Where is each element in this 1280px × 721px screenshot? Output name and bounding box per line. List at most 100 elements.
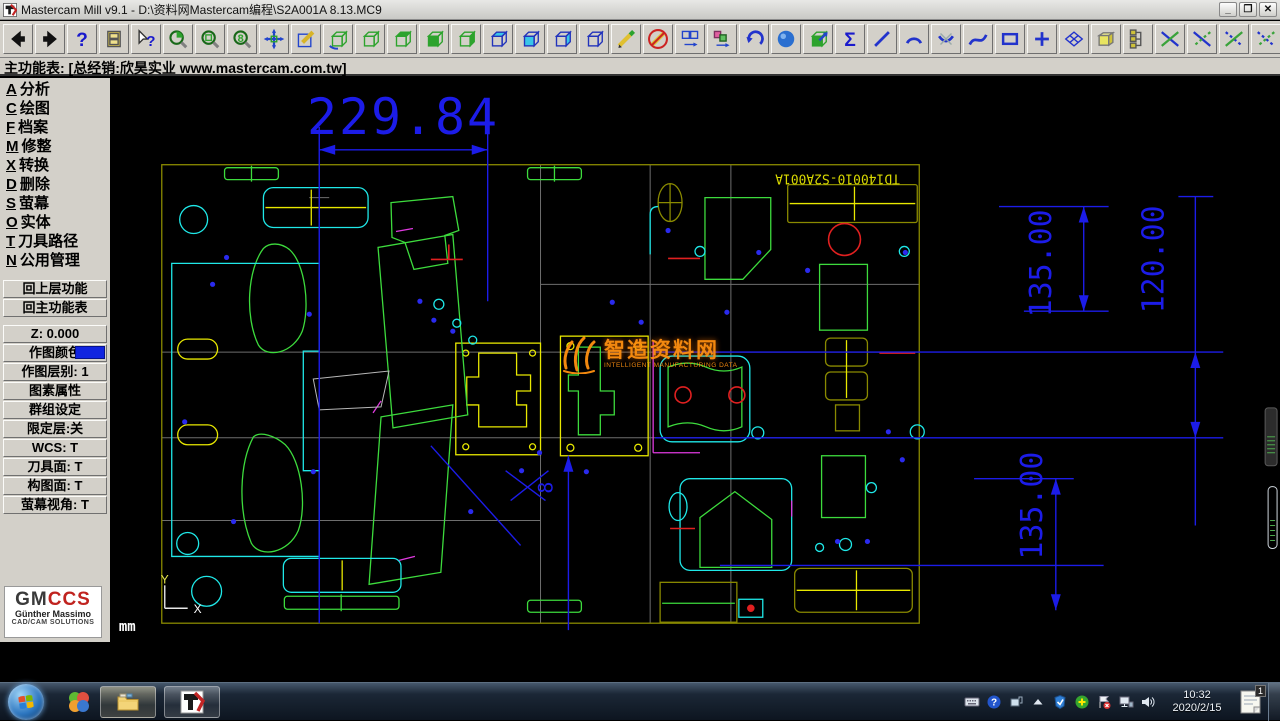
edge-widgets [1264, 407, 1278, 549]
show-desktop-button[interactable] [1268, 682, 1280, 721]
zoom-button[interactable] [163, 24, 193, 54]
sidebar-item-f[interactable]: F 档案 [2, 118, 108, 137]
sidebar-item-n[interactable]: N 公用管理 [2, 251, 108, 270]
dim-right-outer: 120.00 [1136, 205, 1171, 313]
keyboard-tray-icon[interactable] [963, 693, 980, 710]
undo-button[interactable] [739, 24, 769, 54]
copy-entities-button[interactable] [707, 24, 737, 54]
sidebar-item-o[interactable]: O 实体 [2, 213, 108, 232]
windows-flag-icon [18, 694, 34, 709]
help-button[interactable]: ? [67, 24, 97, 54]
sigma-button[interactable]: Σ [835, 24, 865, 54]
back-up-level[interactable]: 回上层功能 [3, 280, 107, 298]
dim-small: 8 [534, 482, 557, 494]
file-cabinet-button[interactable] [99, 24, 129, 54]
mastercam-taskbar-icon [180, 690, 205, 713]
z-depth[interactable]: Z: 0.000 [3, 325, 107, 343]
solid-box-button[interactable] [1091, 24, 1121, 54]
arc-button[interactable] [899, 24, 929, 54]
taskbar: ? 10:32 2020/2/15 1 [0, 682, 1280, 721]
ime-help-tray-icon[interactable]: ? [985, 693, 1002, 710]
action-flag-tray-icon[interactable] [1095, 693, 1112, 710]
sidebar-item-m[interactable]: M 修整 [2, 137, 108, 156]
gview-side-button[interactable] [451, 24, 481, 54]
restore-window-tray-icon[interactable] [1007, 693, 1024, 710]
draw-color[interactable]: 作图颜色 [3, 344, 107, 362]
browser-quick-icon[interactable] [66, 689, 92, 715]
sidebar-item-t[interactable]: T 刀具路径 [2, 232, 108, 251]
green-plus-tray-icon[interactable] [1073, 693, 1090, 710]
graphics-canvas[interactable]: 229.84 135.00 120.00 135.00 8 TD140010-S… [110, 78, 1280, 682]
folder-icon [117, 693, 139, 710]
sidebar-item-c[interactable]: C 绘图 [2, 99, 108, 118]
analyze-button[interactable]: ? [131, 24, 161, 54]
delete-pencil-button[interactable] [611, 24, 641, 54]
dim-width: 229.84 [307, 88, 499, 146]
back-button[interactable] [3, 24, 33, 54]
graphics-view[interactable]: 萤幕视角: T [3, 496, 107, 514]
title-bar: Mastercam Mill v9.1 - D:\资料网Mastercam编程\… [0, 0, 1280, 20]
trim-two-button[interactable] [1187, 24, 1217, 54]
volume-tray-icon[interactable] [1139, 693, 1156, 710]
cplane-top-button[interactable] [483, 24, 513, 54]
entity-attributes[interactable]: 图素属性 [3, 382, 107, 400]
trim-curve-button[interactable] [931, 24, 961, 54]
sidebar-item-x[interactable]: X 转换 [2, 156, 108, 175]
rectangle-button[interactable] [995, 24, 1025, 54]
sticky-note-icon[interactable]: 1 [1238, 684, 1266, 716]
spline-button[interactable] [963, 24, 993, 54]
gmccs-name: Günther Massimo [14, 609, 91, 619]
trim-divide-button[interactable] [1219, 24, 1249, 54]
chevron-up-tray-icon[interactable] [1029, 693, 1046, 710]
taskbar-clock[interactable]: 10:32 2020/2/15 [1160, 689, 1234, 715]
trim-one-button[interactable] [1155, 24, 1185, 54]
wcs[interactable]: WCS: T [3, 439, 107, 457]
surface-patch-button[interactable] [1059, 24, 1089, 54]
cplane-side-button[interactable] [547, 24, 577, 54]
sidebar-item-a[interactable]: A 分析 [2, 80, 108, 99]
dynamic-rotate-button[interactable] [323, 24, 353, 54]
network-tray-icon[interactable] [1117, 693, 1134, 710]
forward-button[interactable] [35, 24, 65, 54]
point-button[interactable] [1027, 24, 1057, 54]
main-menu-prompt: 主功能表: [总经销:欣昊实业 www.mastercam.com.tw] [0, 58, 1280, 76]
line-button[interactable] [867, 24, 897, 54]
draw-color-swatch[interactable] [75, 346, 105, 359]
taskbar-explorer-button[interactable] [100, 685, 156, 718]
svg-text:8: 8 [238, 33, 244, 45]
construction-plane[interactable]: 构图面: T [3, 477, 107, 495]
svg-text:?: ? [146, 33, 155, 50]
levels-button[interactable] [1123, 24, 1153, 54]
copy-next-button[interactable] [675, 24, 705, 54]
restore-button[interactable]: ❐ [1239, 2, 1257, 17]
close-button[interactable]: ✕ [1259, 2, 1277, 17]
cplane-front-button[interactable] [515, 24, 545, 54]
shield-tray-icon[interactable] [1051, 693, 1068, 710]
axis-x-label: X [194, 602, 202, 616]
start-button[interactable] [8, 683, 44, 720]
taskbar-mastercam-button[interactable] [164, 685, 220, 718]
limit-level[interactable]: 限定层:关 [3, 420, 107, 438]
toolbar: ?? 8 Σ [0, 21, 1280, 58]
undelete-button[interactable] [643, 24, 673, 54]
sidebar-item-s[interactable]: S 萤幕 [2, 194, 108, 213]
back-main-menu[interactable]: 回主功能表 [3, 299, 107, 317]
trim-break-button[interactable] [1251, 24, 1280, 54]
solid-cube-button[interactable] [803, 24, 833, 54]
group-settings[interactable]: 群组设定 [3, 401, 107, 419]
cplane-iso-button[interactable] [579, 24, 609, 54]
sidebar-item-d[interactable]: D 删除 [2, 175, 108, 194]
gview-front-button[interactable] [419, 24, 449, 54]
gview-top-button[interactable] [387, 24, 417, 54]
repaint-button[interactable] [291, 24, 321, 54]
tool-plane[interactable]: 刀具面: T [3, 458, 107, 476]
units-label: mm [119, 619, 136, 635]
zoom-eight-button[interactable]: 8 [227, 24, 257, 54]
zoom-window-button[interactable] [195, 24, 225, 54]
mastercam-app-icon [3, 2, 17, 17]
gview-iso-button[interactable] [355, 24, 385, 54]
draw-level[interactable]: 作图层别: 1 [3, 363, 107, 381]
minimize-button[interactable]: _ [1219, 2, 1237, 17]
fit-screen-button[interactable] [259, 24, 289, 54]
shade-sphere-button[interactable] [771, 24, 801, 54]
